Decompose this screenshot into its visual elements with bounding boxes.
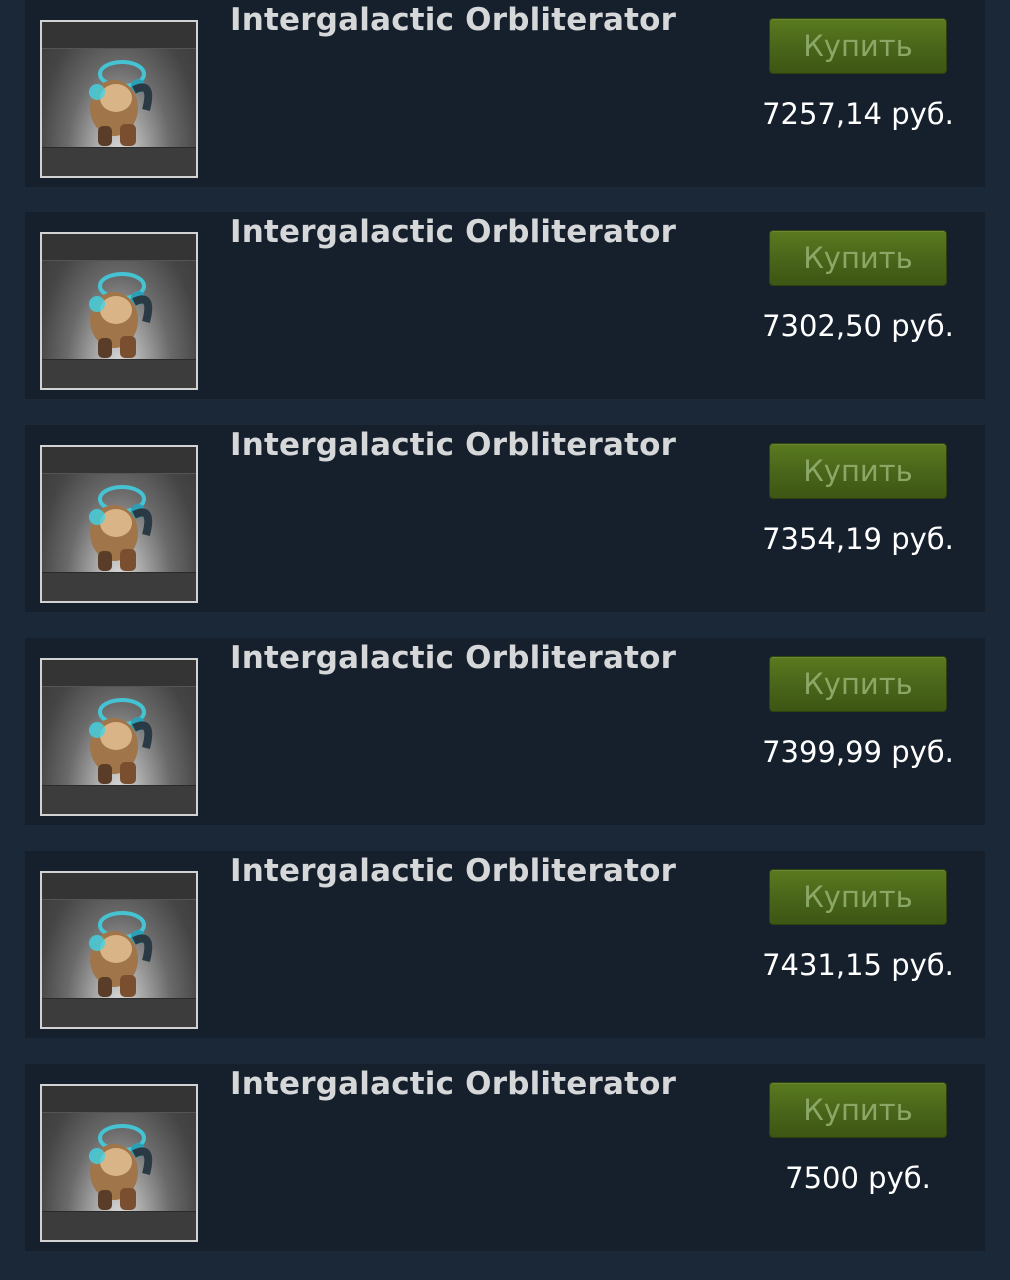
item-figure-icon: [89, 698, 153, 784]
item-name[interactable]: Intergalactic Orbliterator: [230, 640, 676, 676]
item-name[interactable]: Intergalactic Orbliterator: [230, 214, 676, 250]
item-price: 7257,14 руб.: [762, 97, 954, 131]
item-figure-icon: [89, 911, 153, 997]
item-figure-icon: [89, 1124, 153, 1210]
buy-button[interactable]: Купить: [770, 657, 946, 711]
item-price: 7399,99 руб.: [762, 735, 954, 769]
item-thumbnail-icon[interactable]: [40, 20, 198, 178]
buy-button[interactable]: Купить: [770, 870, 946, 924]
buy-button[interactable]: Купить: [770, 19, 946, 73]
item-thumbnail-icon[interactable]: [40, 445, 198, 603]
market-listings: Intergalactic Orbliterator Купить 7257,1…: [0, 0, 1010, 1280]
item-thumbnail-icon[interactable]: [40, 1084, 198, 1242]
item-name[interactable]: Intergalactic Orbliterator: [230, 2, 676, 38]
listing-row: Intergalactic Orbliterator Купить 7257,1…: [25, 0, 985, 187]
item-price: 7500 руб.: [785, 1161, 931, 1195]
item-figure-icon: [89, 272, 153, 358]
item-name[interactable]: Intergalactic Orbliterator: [230, 1066, 676, 1102]
item-price: 7302,50 руб.: [762, 309, 954, 343]
item-price: 7354,19 руб.: [762, 522, 954, 556]
listing-row: Intergalactic Orbliterator Купить 7431,1…: [25, 851, 985, 1038]
item-thumbnail-icon[interactable]: [40, 232, 198, 390]
item-thumbnail-icon[interactable]: [40, 658, 198, 816]
buy-button[interactable]: Купить: [770, 444, 946, 498]
item-figure-icon: [89, 485, 153, 571]
buy-button[interactable]: Купить: [770, 231, 946, 285]
item-price: 7431,15 руб.: [762, 948, 954, 982]
item-name[interactable]: Intergalactic Orbliterator: [230, 427, 676, 463]
item-thumbnail-icon[interactable]: [40, 871, 198, 1029]
listing-row: Intergalactic Orbliterator Купить 7500 р…: [25, 1064, 985, 1251]
item-name[interactable]: Intergalactic Orbliterator: [230, 853, 676, 889]
listing-row: Intergalactic Orbliterator Купить 7399,9…: [25, 638, 985, 825]
listing-row: Intergalactic Orbliterator Купить 7302,5…: [25, 212, 985, 399]
listing-row: Intergalactic Orbliterator Купить 7354,1…: [25, 425, 985, 612]
item-figure-icon: [89, 60, 153, 146]
buy-button[interactable]: Купить: [770, 1083, 946, 1137]
